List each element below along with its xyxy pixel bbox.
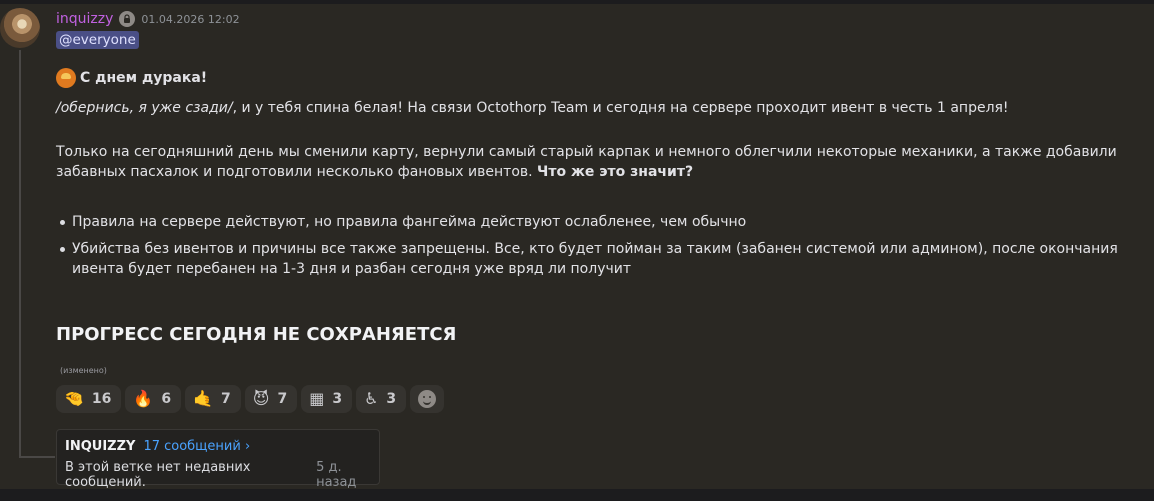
reactions-bar: 🤏 16 🔥 6 🤙 7 😈 7 ▦ 3 ♿ 3 xyxy=(56,385,445,413)
edited-label: (изменено) xyxy=(60,366,107,375)
reaction-fire[interactable]: 🔥 6 xyxy=(125,385,182,413)
reaction-wheelchair[interactable]: ♿ 3 xyxy=(356,385,407,413)
message-heading: ПРОГРЕСС СЕГОДНЯ НЕ СОХРАНЯЕТСЯ xyxy=(56,324,457,345)
thread-preview-text: В этой ветке нет недавних сообщений. xyxy=(65,460,251,490)
smiling-imp-icon: 😈 xyxy=(252,389,270,408)
bottom-divider xyxy=(0,489,1154,501)
fire-icon: 🔥 xyxy=(133,389,154,408)
thread-connector-line xyxy=(19,50,21,458)
role-badge-icon[interactable] xyxy=(119,11,136,27)
grid-icon: ▦ xyxy=(309,389,325,408)
octopus-emoji-icon xyxy=(56,68,76,88)
reaction-grid[interactable]: ▦ 3 xyxy=(301,385,353,413)
reaction-pinch[interactable]: 🤏 16 xyxy=(56,385,122,413)
message-timestamp: 01.04.2026 12:02 xyxy=(141,12,240,26)
message-intro: /обернись, я уже сзади/, и у тебя спина … xyxy=(56,98,1146,118)
avatar[interactable] xyxy=(0,8,40,48)
rules-list: Правила на сервере действуют, но правила… xyxy=(56,212,1146,286)
reaction-count: 3 xyxy=(332,391,343,407)
thread-card[interactable]: INQUIZZY 17 сообщений › В этой ветке нет… xyxy=(56,429,380,490)
thread-message-count-link[interactable]: 17 сообщений › xyxy=(143,439,250,454)
reaction-count: 7 xyxy=(277,391,288,407)
reaction-count: 16 xyxy=(91,391,112,407)
reaction-count: 7 xyxy=(221,391,231,407)
intro-italic: /обернись, я уже сзади/ xyxy=(56,100,233,116)
paragraph-bold: Что же это значит? xyxy=(537,164,694,180)
author-name[interactable]: inquizzy xyxy=(56,11,113,27)
list-item: Убийства без ивентов и причины все также… xyxy=(56,239,1146,279)
intro-text: , и у тебя спина белая! На связи Octotho… xyxy=(232,100,1009,116)
message-title: С днем дурака! xyxy=(80,70,208,86)
reaction-imp[interactable]: 😈 7 xyxy=(244,385,298,413)
thread-header: INQUIZZY 17 сообщений › xyxy=(65,439,250,454)
thread-preview: В этой ветке нет недавних сообщений. 5 д… xyxy=(65,460,379,490)
reaction-call-me[interactable]: 🤙 7 xyxy=(185,385,241,413)
everyone-mention[interactable]: @everyone xyxy=(56,31,139,49)
reaction-count: 6 xyxy=(161,391,172,407)
add-reaction-button[interactable] xyxy=(410,385,445,413)
call-me-hand-icon: 🤙 xyxy=(193,389,213,408)
message-title-line: С днем дурака! xyxy=(56,68,1146,88)
message-header: inquizzy 01.04.2026 12:02 xyxy=(56,9,240,29)
list-item: Правила на сервере действуют, но правила… xyxy=(56,212,1146,232)
reaction-count: 3 xyxy=(386,391,397,407)
wheelchair-icon: ♿ xyxy=(364,389,379,408)
thread-name[interactable]: INQUIZZY xyxy=(65,439,135,454)
pinch-hand-icon: 🤏 xyxy=(64,389,84,408)
smiley-add-icon xyxy=(418,390,437,408)
thread-connector-elbow xyxy=(19,456,55,458)
thread-preview-time: 5 д. назад xyxy=(316,460,357,490)
message-paragraph: Только на сегодняшний день мы сменили ка… xyxy=(56,142,1146,182)
